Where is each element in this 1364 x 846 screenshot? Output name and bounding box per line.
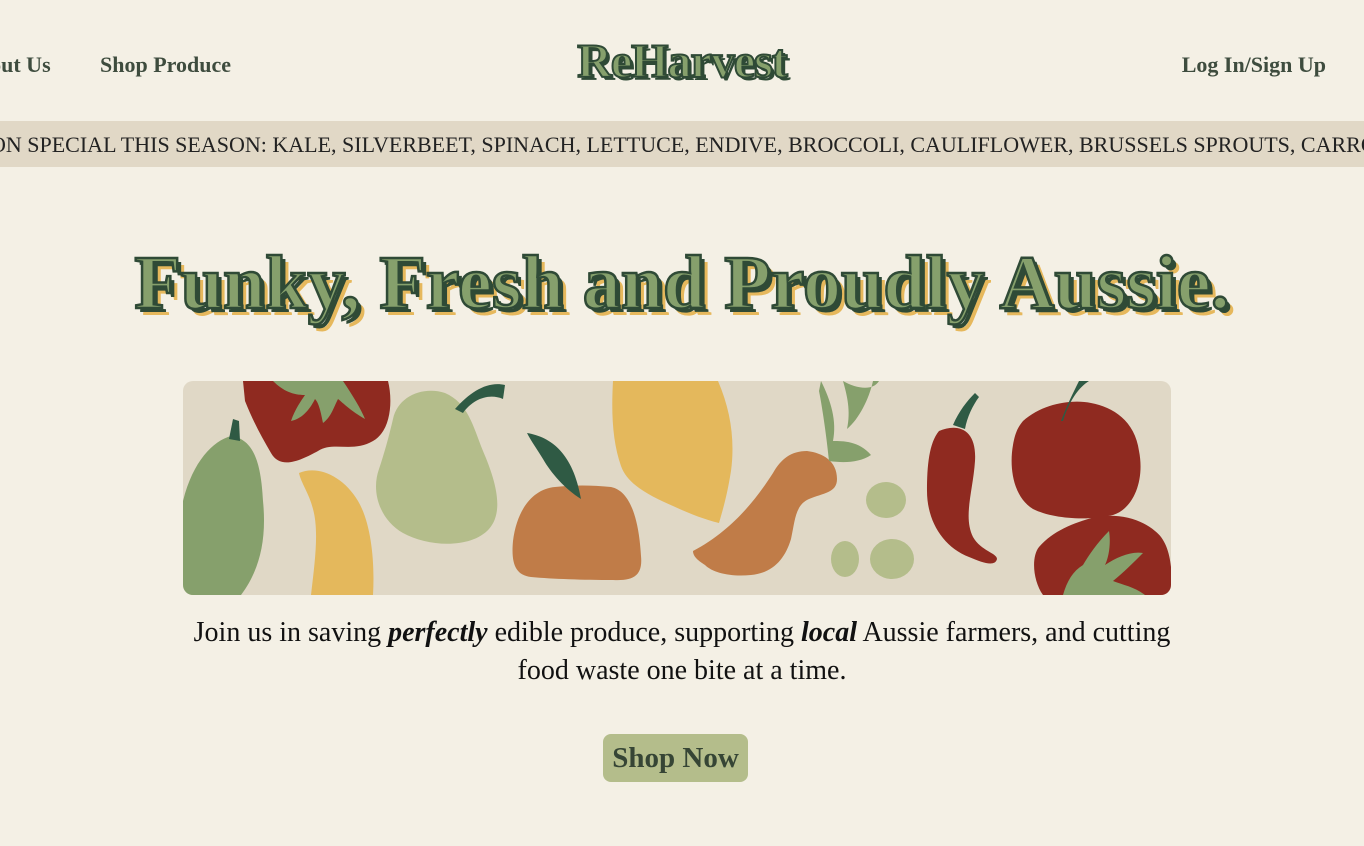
site-logo[interactable]: ReHarvest — [0, 34, 1364, 89]
shop-now-button[interactable]: Shop Now — [603, 734, 748, 782]
banana-shape — [299, 470, 374, 595]
pea-1 — [866, 482, 906, 518]
pea-3 — [870, 539, 914, 579]
page: About Us Shop Produce ReHarvest Log In/S… — [0, 0, 1364, 846]
tagline-emphasis-local: local — [800, 617, 857, 648]
chilli-shape — [927, 427, 997, 564]
specials-marquee-text: ON SPECIAL THIS SEASON: KALE, SILVERBEET… — [0, 132, 1364, 157]
pear-shape — [376, 390, 498, 544]
apricot-shape — [512, 485, 642, 581]
onion-shape — [612, 381, 733, 523]
hero-tagline: Join us in saving perfectly edible produ… — [182, 614, 1182, 690]
tagline-text-2: edible produce, supporting — [487, 617, 801, 648]
pea-2 — [831, 541, 859, 577]
nav-login-signup-link[interactable]: Log In/Sign Up — [1182, 52, 1326, 78]
pear-stem — [455, 384, 505, 413]
gourd-shape — [183, 436, 265, 595]
hero-title: Funky, Fresh and Proudly Aussie. — [133, 240, 1231, 327]
carrot-greens-2 — [843, 381, 879, 429]
produce-illustration — [183, 381, 1171, 595]
specials-marquee: ON SPECIAL THIS SEASON: KALE, SILVERBEET… — [0, 121, 1364, 167]
tagline-emphasis-perfectly: perfectly — [388, 617, 488, 648]
chilli-stem — [953, 393, 979, 429]
produce-illustration-banner — [183, 381, 1171, 595]
gourd-stem — [229, 419, 240, 441]
apple-shape — [1011, 401, 1141, 519]
tagline-text-1: Join us in saving — [193, 617, 389, 648]
